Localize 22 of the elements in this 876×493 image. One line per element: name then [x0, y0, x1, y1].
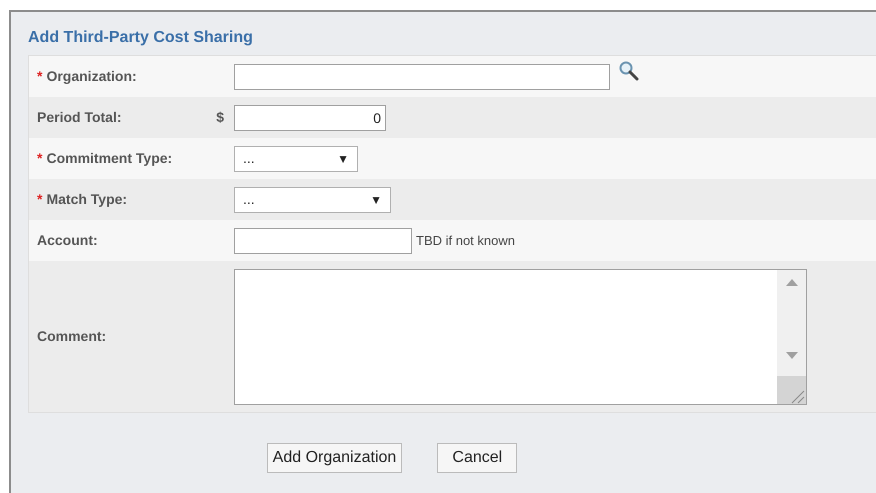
cancel-button[interactable]: Cancel — [437, 443, 518, 473]
resize-grip-icon[interactable] — [777, 376, 806, 404]
comment-field[interactable] — [234, 268, 807, 404]
hint-text: TBD if not known — [416, 232, 515, 250]
scroll-up-icon[interactable] — [786, 278, 798, 286]
select-field[interactable]: ... ▼ — [234, 186, 391, 212]
field-label: Comment: — [37, 327, 106, 346]
field-label: * Commitment Type: — [37, 149, 172, 168]
dialog-title: Add Third-Party Cost Sharing — [28, 28, 254, 48]
field-label: * Organization: — [37, 67, 137, 86]
scroll-down-icon[interactable] — [786, 352, 798, 360]
add-organization-button[interactable]: Add Organization — [266, 443, 402, 473]
scrollbar[interactable] — [777, 270, 806, 404]
text-field[interactable] — [234, 64, 610, 90]
search-icon[interactable] — [618, 60, 640, 82]
field-label: * Match Type: — [37, 190, 128, 209]
currency-symbol: $ — [216, 108, 224, 127]
amount-field[interactable]: 0 — [234, 104, 386, 130]
field-label: Period Total: — [37, 108, 122, 127]
field-label: Account: — [37, 231, 98, 250]
text-field[interactable] — [234, 228, 412, 254]
select-field[interactable]: ... ▼ — [234, 146, 358, 172]
